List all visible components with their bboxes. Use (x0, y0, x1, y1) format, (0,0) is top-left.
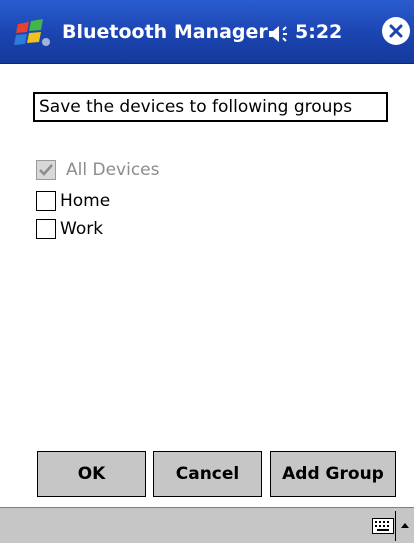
menu-bar (0, 507, 414, 543)
close-icon (389, 24, 403, 38)
close-button[interactable] (382, 17, 410, 45)
home-checkbox[interactable] (36, 191, 56, 211)
all-devices-checkbox (36, 160, 56, 180)
group-row-all-devices: All Devices (36, 158, 159, 182)
checkmark-icon (39, 164, 53, 176)
all-devices-label: All Devices (66, 160, 160, 180)
title-bar: Bluetooth Manager 5:22 (0, 0, 414, 64)
app-title: Bluetooth Manager (62, 21, 268, 43)
clock[interactable]: 5:22 (295, 19, 342, 45)
menu-divider (395, 511, 396, 541)
work-checkbox[interactable] (36, 219, 56, 239)
speaker-icon[interactable] (268, 24, 290, 44)
cancel-button[interactable]: Cancel (153, 451, 262, 497)
up-arrow-icon[interactable] (400, 521, 410, 529)
ok-button[interactable]: OK (37, 451, 146, 497)
work-label[interactable]: Work (60, 219, 103, 239)
groups-caption: Save the devices to following groups (33, 92, 388, 122)
add-group-button[interactable]: Add Group (270, 451, 396, 497)
group-row-home[interactable]: Home (36, 189, 110, 213)
keyboard-icon[interactable] (372, 518, 394, 534)
windows-start-icon[interactable] (12, 18, 52, 48)
home-label[interactable]: Home (60, 191, 110, 211)
group-row-work[interactable]: Work (36, 217, 103, 241)
